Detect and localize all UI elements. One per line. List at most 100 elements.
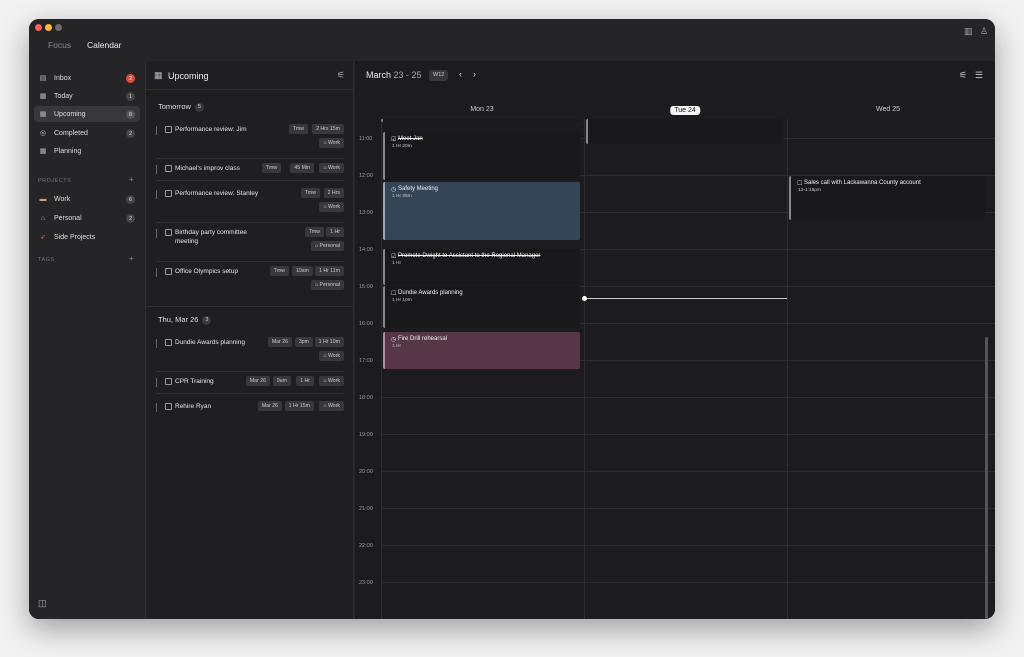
- upcoming-panel: ▦ Upcoming ⚟ Tomorrow 5 Performance revie…: [145, 61, 354, 619]
- tag-chip[interactable]: ⌂ Work: [319, 376, 344, 386]
- task-checkbox[interactable]: [165, 165, 172, 172]
- sidebar-item-inbox[interactable]: ▤ Inbox 2: [34, 70, 140, 86]
- task-checkbox[interactable]: [165, 126, 172, 133]
- calendar-event-fire-drill-rehearsal[interactable]: ◷ Fire Drill rehearsal 1 Hr: [383, 332, 580, 369]
- toggle-sidebar-icon[interactable]: ◫: [38, 598, 47, 609]
- duration-chip[interactable]: 1 Hr 11m: [315, 266, 344, 276]
- next-week-icon[interactable]: ›: [473, 69, 476, 79]
- calendar-event-partial[interactable]: [381, 119, 581, 122]
- tag-chip[interactable]: ⌂ Work: [319, 138, 344, 148]
- date-chip[interactable]: Tmw: [288, 124, 308, 134]
- task-row[interactable]: Birthday party committee meeting Tmw 1 Hr…: [156, 227, 344, 262]
- duration-chip[interactable]: 2 Hrs: [323, 188, 344, 198]
- zoom-window-button[interactable]: [55, 24, 62, 31]
- sidebar-item-today[interactable]: ▦ Today 1: [34, 88, 140, 104]
- task-checkbox[interactable]: [165, 378, 172, 385]
- sidebar-item-personal[interactable]: ⌂ Personal 2: [34, 210, 140, 226]
- tag-chip[interactable]: ⌂ Work: [319, 163, 344, 173]
- date-chip[interactable]: Mar 26: [257, 401, 282, 411]
- checked-box-icon[interactable]: ☑: [391, 253, 396, 260]
- view-settings-icon[interactable]: ⚟: [959, 70, 967, 81]
- task-row[interactable]: Office Olympics setup Tmw 10am 1 Hr 11m …: [156, 266, 344, 302]
- duration-chip[interactable]: 1 Hr: [296, 376, 314, 386]
- sidebar-item-planning[interactable]: ▦ Planning: [34, 143, 140, 159]
- sidebar-item-label: Upcoming: [54, 110, 86, 118]
- task-title-line: meeting: [175, 238, 199, 245]
- checkbox-icon[interactable]: ☐: [391, 290, 396, 297]
- duration-chip[interactable]: 45 Min: [290, 163, 314, 173]
- range-month: March: [366, 70, 392, 80]
- account-icon[interactable]: ♙: [980, 26, 988, 37]
- stats-icon[interactable]: ▥: [964, 26, 973, 37]
- task-title: Performance review: Stanley: [175, 190, 259, 197]
- tab-calendar[interactable]: Calendar: [87, 40, 122, 50]
- calendar-event-partial[interactable]: [586, 119, 783, 144]
- sidebar-item-work[interactable]: ▬ Work 6: [34, 191, 140, 207]
- tag-label: Work: [327, 140, 340, 146]
- calendar-event-meet-jan[interactable]: ☑ Meet Jan 1 Hr 20m: [383, 132, 580, 180]
- calendar-event-safety-meeting[interactable]: ◷ Safety Meeting 1 Hr 35m: [383, 182, 580, 240]
- event-title: Meet Jan: [398, 136, 423, 142]
- time-chip[interactable]: 3pm: [294, 337, 313, 347]
- time-chip[interactable]: 10am: [292, 266, 313, 276]
- task-checkbox[interactable]: [165, 268, 172, 275]
- tab-focus[interactable]: Focus: [48, 40, 71, 50]
- hour-label: 19:00: [359, 432, 373, 438]
- day-header-wed[interactable]: Wed 25: [876, 106, 900, 113]
- task-title: Birthday party committee meeting: [175, 228, 247, 246]
- tag-chip[interactable]: ⌂ Work: [319, 202, 344, 212]
- date-chip[interactable]: Mar 26: [267, 337, 292, 347]
- prev-week-icon[interactable]: ‹: [459, 69, 462, 79]
- duration-chip[interactable]: 1 Hr 15m: [284, 401, 314, 411]
- task-row[interactable]: Performance review: Jim Tmw 2 Hrs 15m ⌂ …: [156, 124, 344, 159]
- task-checkbox[interactable]: [165, 190, 172, 197]
- sidebar-item-side-projects[interactable]: ➶ Side Projects: [34, 229, 140, 245]
- group-title: Thu, Mar 26: [158, 315, 199, 324]
- date-chip[interactable]: Tmw: [261, 163, 281, 173]
- task-checkbox[interactable]: [165, 339, 172, 346]
- add-tag-icon[interactable]: +: [129, 254, 134, 263]
- date-chip[interactable]: Tmw: [304, 227, 324, 237]
- current-time-line: [584, 298, 787, 299]
- rocket-emoji-icon: ➶: [40, 234, 46, 241]
- close-window-button[interactable]: [35, 24, 42, 31]
- minimize-window-button[interactable]: [45, 24, 52, 31]
- task-title: Performance review: Jim: [175, 126, 247, 133]
- task-checkbox[interactable]: [165, 403, 172, 410]
- hour-label: 13:00: [359, 210, 373, 216]
- date-chip[interactable]: Tmw: [300, 188, 320, 198]
- checked-box-icon[interactable]: ☑: [391, 136, 396, 143]
- date-chip[interactable]: Tmw: [269, 266, 289, 276]
- duration-chip[interactable]: 2 Hrs 15m: [312, 124, 344, 134]
- task-row[interactable]: Rehire Ryan Mar 26 1 Hr 15m ⌂ Work: [156, 401, 344, 419]
- task-checkbox[interactable]: [165, 229, 172, 236]
- task-row[interactable]: Michael's improv class Tmw 45 Min ⌂ Work: [156, 163, 344, 181]
- duration-chip[interactable]: 1 Hr: [326, 227, 344, 237]
- tag-chip[interactable]: ⌂ Work: [319, 401, 344, 411]
- task-row[interactable]: Performance review: Stanley Tmw 2 Hrs ⌂ …: [156, 188, 344, 223]
- time-chip[interactable]: 9am: [272, 376, 291, 386]
- tag-chip[interactable]: ⌂ Work: [319, 351, 344, 361]
- add-project-icon[interactable]: +: [129, 175, 134, 184]
- tag-chip[interactable]: ⌂ Personal: [310, 241, 344, 251]
- date-chip[interactable]: Mar 26: [245, 376, 270, 386]
- sidebar-item-label: Work: [54, 195, 71, 203]
- calendar-event-dundie-awards-planning[interactable]: ☐ Dundie Awards planning 1 Hr 10m: [383, 286, 580, 328]
- sidebar-item-upcoming[interactable]: ▦ Upcoming 8: [34, 106, 140, 122]
- sidebar-item-label: Today: [54, 92, 73, 100]
- filter-icon[interactable]: ⚟: [337, 70, 345, 81]
- tag-label: Work: [327, 204, 340, 210]
- day-header-tue-today[interactable]: Tue 24: [670, 106, 700, 115]
- calendar-event-sales-call[interactable]: ☐ Sales call with Lackawanna County acco…: [789, 176, 985, 220]
- task-row[interactable]: Dundie Awards planning Mar 26 3pm 1 Hr 1…: [156, 337, 344, 372]
- task-row[interactable]: CPR Training Mar 26 9am 1 Hr ⌂ Work: [156, 376, 344, 394]
- check-circle-icon: ◎: [39, 130, 47, 137]
- sidebar-item-completed[interactable]: ◎ Completed 2: [34, 125, 140, 141]
- menu-icon[interactable]: ☰: [975, 70, 983, 81]
- calendar-event-promote-dwight[interactable]: ☑ Promote Dwight to Assistant to the Reg…: [383, 249, 580, 285]
- duration-chip[interactable]: 1 Hr 10m: [314, 337, 344, 347]
- tag-chip[interactable]: ⌂ Personal: [310, 280, 344, 290]
- scrollbar[interactable]: [985, 337, 988, 619]
- checkbox-icon[interactable]: ☐: [797, 180, 802, 187]
- day-header-mon[interactable]: Mon 23: [470, 106, 493, 113]
